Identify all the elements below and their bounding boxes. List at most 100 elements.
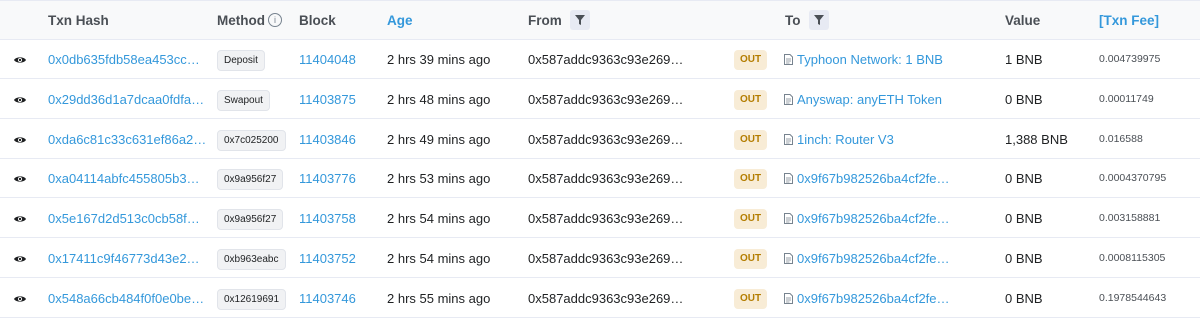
to-address-link[interactable]: 0x9f67b982526ba4cf2fe… (797, 251, 950, 266)
method-badge: 0x12619691 (217, 288, 287, 310)
header-from: From (528, 1, 590, 41)
table-row: 0x0db635fdb58ea453cc… Deposit 11404048 2… (0, 40, 1200, 79)
table-row: 0xda6c81c33c631ef86a2… 0x7c025200 114038… (0, 120, 1200, 159)
header-block: Block (299, 13, 336, 28)
txn-fee-text: 0.004739975 (1099, 53, 1161, 65)
header-txn-fee[interactable]: [Txn Fee] (1099, 1, 1159, 41)
block-link[interactable]: 11403746 (299, 279, 356, 318)
txn-fee-text: 0.0008115305 (1099, 252, 1166, 264)
txn-fee-text: 0.016588 (1099, 132, 1143, 145)
table-row: 0x17411c9f46773d43e2… 0xb963eabc 1140375… (0, 239, 1200, 278)
contract-icon (784, 173, 793, 185)
txn-hash-link[interactable]: 0x5e167d2d513c0cb58f… (48, 199, 200, 238)
table-row: 0x5e167d2d513c0cb58f… 0x9a956f27 1140375… (0, 199, 1200, 239)
filter-icon (574, 15, 585, 26)
eye-icon[interactable] (13, 93, 27, 107)
eye-icon[interactable] (13, 212, 27, 226)
txn-hash-link[interactable]: 0x17411c9f46773d43e2… (48, 239, 200, 278)
age-text: 2 hrs 55 mins ago (387, 290, 491, 306)
age-text: 2 hrs 49 mins ago (387, 131, 491, 147)
direction-badge: OUT (734, 288, 768, 309)
to-address-link[interactable]: 1inch: Router V3 (797, 132, 894, 147)
txn-hash-link[interactable]: 0x0db635fdb58ea453cc… (48, 40, 200, 79)
contract-icon (784, 133, 793, 145)
block-link[interactable]: 11404048 (299, 40, 356, 79)
to-cell[interactable]: 0x9f67b982526ba4cf2fe… (784, 159, 950, 198)
txn-hash-link[interactable]: 0x29dd36d1a7dcaa0fdfa… (48, 80, 204, 119)
direction-badge: OUT (734, 169, 768, 190)
age-text: 2 hrs 54 mins ago (387, 251, 491, 266)
block-link[interactable]: 11403758 (299, 199, 356, 238)
to-cell[interactable]: 1inch: Router V3 (784, 120, 894, 159)
method-badge: 0xb963eabc (217, 249, 286, 270)
to-address-link[interactable]: Anyswap: anyETH Token (797, 92, 942, 107)
from-address[interactable]: 0x587addc9363c93e269… (528, 80, 683, 119)
txn-fee-text: 0.1978544643 (1099, 291, 1167, 304)
from-address[interactable]: 0x587addc9363c93e269… (528, 239, 683, 278)
table-row: 0x29dd36d1a7dcaa0fdfa… Swapout 11403875 … (0, 80, 1200, 119)
from-address[interactable]: 0x587addc9363c93e269… (528, 279, 683, 318)
to-address-link[interactable]: Typhoon Network: 1 BNB (797, 52, 943, 67)
direction-badge: OUT (734, 129, 768, 150)
direction-badge: OUT (734, 89, 768, 110)
eye-icon[interactable] (13, 252, 27, 266)
table-row: 0xa04114abfc455805b3… 0x9a956f27 1140377… (0, 159, 1200, 199)
filter-icon (813, 15, 824, 26)
block-link[interactable]: 11403846 (299, 120, 356, 159)
to-cell[interactable]: 0x9f67b982526ba4cf2fe… (784, 239, 950, 278)
value-text: 0 BNB (1005, 211, 1043, 227)
to-address-link[interactable]: 0x9f67b982526ba4cf2fe… (797, 291, 950, 306)
header-value: Value (1005, 13, 1041, 28)
header-method-label: Method (217, 13, 265, 28)
direction-badge: OUT (734, 209, 768, 230)
eye-icon[interactable] (13, 53, 27, 67)
eye-icon[interactable] (13, 292, 27, 306)
value-text: 1 BNB (1005, 52, 1043, 67)
txn-hash-link[interactable]: 0x548a66cb484f0f0e0be… (48, 279, 204, 318)
to-address-link[interactable]: 0x9f67b982526ba4cf2fe… (797, 171, 950, 186)
block-link[interactable]: 11403776 (299, 159, 356, 198)
txn-hash-link[interactable]: 0xa04114abfc455805b3… (48, 159, 200, 198)
to-cell[interactable]: 0x9f67b982526ba4cf2fe… (784, 199, 950, 238)
table-header: Txn Hash Method i Block Age From To Value… (0, 0, 1200, 40)
direction-badge: OUT (734, 249, 768, 269)
header-to: To (785, 1, 829, 41)
value-text: 0 BNB (1005, 171, 1043, 187)
method-badge: 0x7c025200 (217, 129, 286, 151)
direction-badge: OUT (734, 50, 768, 70)
from-address[interactable]: 0x587addc9363c93e269… (528, 40, 683, 79)
value-text: 0 BNB (1005, 290, 1043, 306)
txn-hash-link[interactable]: 0xda6c81c33c631ef86a2… (48, 120, 206, 159)
from-filter-button[interactable] (569, 10, 590, 31)
block-link[interactable]: 11403752 (299, 239, 356, 278)
from-address[interactable]: 0x587addc9363c93e269… (528, 159, 683, 198)
value-text: 0 BNB (1005, 251, 1043, 266)
txn-fee-text: 0.00011749 (1099, 92, 1154, 105)
age-text: 2 hrs 54 mins ago (387, 211, 491, 227)
to-address-link[interactable]: 0x9f67b982526ba4cf2fe… (797, 211, 950, 226)
to-cell[interactable]: 0x9f67b982526ba4cf2fe… (784, 279, 950, 318)
eye-icon[interactable] (13, 133, 27, 147)
from-address[interactable]: 0x587addc9363c93e269… (528, 199, 683, 238)
info-icon[interactable]: i (268, 13, 282, 28)
block-link[interactable]: 11403875 (299, 80, 356, 119)
to-filter-button[interactable] (808, 10, 829, 31)
contract-icon (784, 253, 793, 265)
age-text: 2 hrs 39 mins ago (387, 52, 491, 67)
contract-icon (784, 292, 793, 304)
to-cell[interactable]: Anyswap: anyETH Token (784, 80, 942, 119)
header-method: Method i (217, 1, 282, 41)
from-address[interactable]: 0x587addc9363c93e269… (528, 120, 683, 159)
eye-icon[interactable] (13, 172, 27, 186)
txn-fee-text: 0.003158881 (1099, 212, 1161, 225)
header-age[interactable]: Age (387, 1, 413, 41)
header-txn-hash: Txn Hash (48, 13, 109, 28)
to-cell[interactable]: Typhoon Network: 1 BNB (784, 40, 943, 79)
contract-icon (784, 93, 793, 105)
method-badge: 0x9a956f27 (217, 209, 284, 231)
header-to-label: To (785, 13, 801, 28)
table-row: 0x548a66cb484f0f0e0be… 0x12619691 114037… (0, 279, 1200, 318)
value-text: 0 BNB (1005, 91, 1043, 107)
method-badge: Deposit (217, 50, 265, 71)
header-from-label: From (528, 13, 562, 28)
